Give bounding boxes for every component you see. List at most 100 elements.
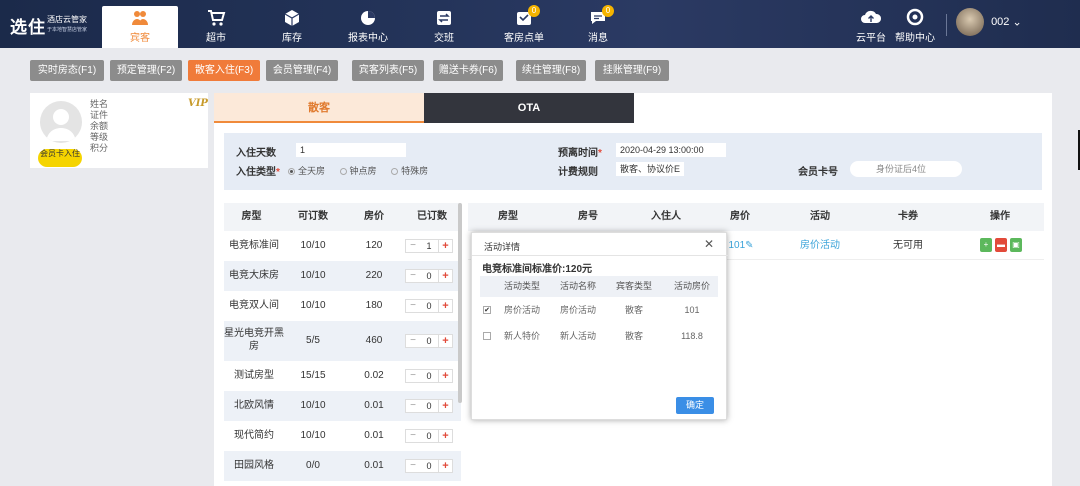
tab-member[interactable]: 会员管理(F4) xyxy=(266,60,338,81)
chevron-down-icon: ⌄ xyxy=(1012,16,1022,29)
activity-checkbox[interactable] xyxy=(483,332,491,340)
booked-count[interactable]: 0 xyxy=(420,300,438,312)
booked-count[interactable]: 0 xyxy=(420,270,438,282)
booked-count[interactable]: 0 xyxy=(420,335,438,347)
activity-row: ✔ 房价活动 房价活动 散客 101 xyxy=(480,297,718,323)
minus-button[interactable]: − xyxy=(406,430,420,442)
nav-room-order[interactable]: 0 客房点单 xyxy=(486,5,562,48)
rule-select[interactable]: 散客、协议价E xyxy=(616,162,684,176)
type-special[interactable]: 特殊房 xyxy=(391,166,428,176)
delete-button[interactable]: ▬ xyxy=(995,238,1007,252)
help-icon xyxy=(890,8,940,28)
tab-guest-list[interactable]: 宾客列表(F5) xyxy=(352,60,424,81)
booked-stepper[interactable]: −0 + xyxy=(405,334,453,348)
plus-button[interactable]: + xyxy=(438,370,452,382)
trash-icon: ▬ xyxy=(997,240,1005,249)
activity-detail-modal: 活动详情 ✕ 电竞标准间标准价:120元 活动类型 活动名称 宾客类型 活动房价… xyxy=(471,232,728,420)
nav-stock[interactable]: 库存 xyxy=(254,6,330,48)
type-hourly[interactable]: 钟点房 xyxy=(339,166,377,176)
plus-button[interactable]: + xyxy=(438,430,452,442)
days-label: 入住天数 xyxy=(236,148,276,159)
plus-button[interactable]: + xyxy=(438,270,452,282)
minus-button[interactable]: − xyxy=(406,270,420,282)
tab-coupons[interactable]: 赠送卡券(F6) xyxy=(433,60,503,81)
guest-icon xyxy=(130,8,150,28)
booked-count[interactable]: 0 xyxy=(420,430,438,442)
room-type-header: 房型 可订数 房价 已订数 xyxy=(224,203,461,231)
type-options: 全天房 钟点房 特殊房 xyxy=(288,164,428,177)
booked-stepper[interactable]: −1 + xyxy=(405,239,453,253)
user-menu[interactable]: 002 ⌄ xyxy=(956,8,1022,36)
leave-time-input[interactable]: 2020-04-29 13:00:00 xyxy=(616,143,726,157)
plus-button[interactable]: + xyxy=(438,400,452,412)
tab-walkin-checkin[interactable]: 散客入住(F3) xyxy=(188,60,260,81)
order-header: 房型 房号 入住人 房价 活动 卡券 操作 xyxy=(468,203,1044,231)
brand-subtitle: 酒店云管家 xyxy=(47,15,87,24)
booked-count[interactable]: 0 xyxy=(420,370,438,382)
col-guest: 入住人 xyxy=(651,211,681,222)
order-icon: 0 xyxy=(514,5,540,28)
room-price: 0.02 xyxy=(364,370,384,381)
nav-help[interactable]: 帮助中心 xyxy=(890,6,940,44)
tab-reservation[interactable]: 预定管理(F2) xyxy=(110,60,182,81)
room-type-rows: 电竞标准间 10/10 120−1 + 电竞大床房 10/10 220−0 + 电竞双人间 10/… xyxy=(224,231,461,481)
activity-checkbox[interactable]: ✔ xyxy=(483,306,491,314)
nav-report[interactable]: 报表中心 xyxy=(330,6,406,48)
type-allday[interactable]: 全天房 xyxy=(288,166,325,176)
minus-button[interactable]: − xyxy=(406,300,420,312)
booked-stepper[interactable]: −0 + xyxy=(405,429,453,443)
nav-report-label: 报表中心 xyxy=(348,33,388,44)
minus-button[interactable]: − xyxy=(406,370,420,382)
activity-guest-type: 散客 xyxy=(624,331,643,341)
plus-button[interactable]: + xyxy=(438,300,452,312)
tab-extend-stay[interactable]: 续住管理(F8) xyxy=(516,60,586,81)
nav-divider xyxy=(946,14,947,36)
room-price: 120 xyxy=(365,240,383,251)
minus-button[interactable]: − xyxy=(406,460,420,472)
member-card-checkin-button[interactable]: 会员卡入住 xyxy=(38,149,82,167)
plus-button[interactable]: + xyxy=(438,460,452,472)
col-room-no: 房号 xyxy=(578,211,598,222)
order-price[interactable]: 101✎ xyxy=(724,231,758,260)
modal-divider xyxy=(472,255,728,256)
nav-cloud[interactable]: 云平台 xyxy=(846,6,896,44)
id-card-icon: ▣ xyxy=(1012,240,1020,249)
plus-button[interactable]: + xyxy=(438,240,452,252)
room-type-name: 田园风格 xyxy=(234,460,274,471)
col-available: 可订数 xyxy=(298,211,328,222)
minus-button[interactable]: − xyxy=(406,335,420,347)
segment-walkin[interactable]: 散客 xyxy=(214,93,424,123)
minus-button[interactable]: − xyxy=(406,240,420,252)
nav-guest[interactable]: 宾客 xyxy=(102,6,178,48)
booked-stepper[interactable]: −0 + xyxy=(405,459,453,473)
room-type-table: 房型 可订数 房价 已订数 电竞标准间 10/10 120−1 + 电竞大床房 10/10… xyxy=(224,203,461,481)
booked-count[interactable]: 0 xyxy=(420,460,438,472)
col-type: 房型 xyxy=(498,211,518,222)
close-icon[interactable]: ✕ xyxy=(704,237,714,251)
room-available: 10/10 xyxy=(300,430,326,441)
days-input[interactable]: 1 xyxy=(296,143,406,157)
booked-stepper[interactable]: −0 + xyxy=(405,299,453,313)
tab-room-status[interactable]: 实时房态(F1) xyxy=(30,60,104,81)
booked-stepper[interactable]: −0 + xyxy=(405,399,453,413)
id-card-button[interactable]: ▣ xyxy=(1010,238,1022,252)
card-number-input[interactable]: 身份证后4位 xyxy=(850,161,962,177)
booked-count[interactable]: 1 xyxy=(420,240,438,252)
add-guest-button[interactable]: + xyxy=(980,238,992,252)
room-available: 10/10 xyxy=(300,270,326,281)
nav-market[interactable]: 超市 xyxy=(178,6,254,48)
nav-shift[interactable]: 交班 xyxy=(406,6,482,48)
room-table-scrollbar[interactable] xyxy=(458,203,462,403)
col-coupon: 卡券 xyxy=(898,211,918,222)
minus-button[interactable]: − xyxy=(406,400,420,412)
order-activity-link[interactable]: 房价活动 xyxy=(794,231,846,260)
confirm-button[interactable]: 确定 xyxy=(676,397,714,414)
booked-stepper[interactable]: −0 + xyxy=(405,269,453,283)
booked-count[interactable]: 0 xyxy=(420,400,438,412)
room-type-row: 电竞大床房 10/10 220 −0 + xyxy=(224,261,461,291)
segment-ota[interactable]: OTA xyxy=(424,93,634,123)
plus-button[interactable]: + xyxy=(438,335,452,347)
booked-stepper[interactable]: −0 + xyxy=(405,369,453,383)
nav-message[interactable]: 0 消息 xyxy=(560,5,636,48)
tab-credit[interactable]: 挂账管理(F9) xyxy=(595,60,669,81)
